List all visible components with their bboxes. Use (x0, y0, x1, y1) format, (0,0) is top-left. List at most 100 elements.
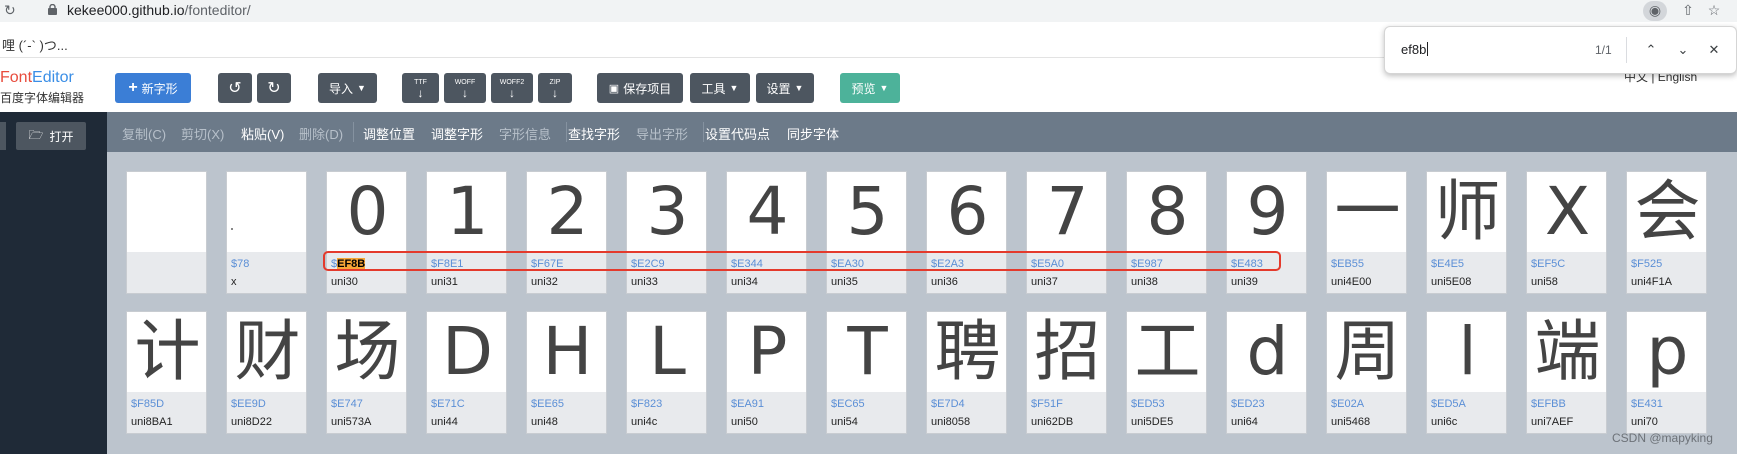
glyph-card[interactable]: 8 $E987 uni38 (1126, 171, 1207, 294)
glyph-card[interactable]: 一 $EB55 uni4E00 (1326, 171, 1407, 294)
glyph-name: uni37 (1031, 276, 1058, 288)
glyph-card[interactable] (126, 171, 207, 294)
glyph-name: uni8BA1 (131, 416, 173, 428)
lock-icon (48, 4, 57, 15)
glyph-card[interactable]: 4 $E344 uni34 (726, 171, 807, 294)
glyph-card[interactable]: 3 $E2C9 uni33 (626, 171, 707, 294)
settings-button[interactable]: 设置 ▼ (756, 73, 814, 103)
glyph-card[interactable]: 工 $ED53 uni5DE5 (1126, 311, 1207, 434)
glyph-preview: H (542, 313, 593, 390)
glyph-card[interactable]: P $EA91 uni50 (726, 311, 807, 434)
glyph-card[interactable]: 6 $E2A3 uni36 (926, 171, 1007, 294)
glyph-card[interactable]: d $ED23 uni64 (1226, 311, 1307, 434)
glyph-name: uni5E08 (1431, 276, 1472, 288)
glyph-card[interactable]: 计 $F85D uni8BA1 (126, 311, 207, 434)
glyph-card[interactable]: 5 $EA30 uni35 (826, 171, 907, 294)
glyph-preview: 9 (1246, 173, 1289, 250)
glyph-card[interactable]: T $EC65 uni54 (826, 311, 907, 434)
glyph-card[interactable]: l $ED5A uni6c (1426, 311, 1507, 434)
chevron-down-icon: ▼ (357, 83, 366, 93)
export-zip-button[interactable]: ZIP ↓ (538, 73, 572, 103)
undo-button[interactable]: ↺ (218, 73, 252, 103)
adjust-glyph-action[interactable]: 调整字形 (431, 124, 483, 143)
glyph-dot (231, 228, 233, 230)
url-field[interactable] (34, 0, 1654, 20)
save-project-button[interactable]: ▣ 保存项目 (597, 73, 683, 103)
open-button[interactable]: 🗁 打开 (16, 122, 86, 150)
glyph-preview (127, 172, 206, 252)
glyph-name: uni35 (831, 276, 858, 288)
glyph-name: uni31 (431, 276, 458, 288)
glyph-card[interactable]: 9 $E483 uni39 (1226, 171, 1307, 294)
glyph-card[interactable]: 财 $EE9D uni8D22 (226, 311, 307, 434)
glyph-codepoint: $EB55 (1331, 258, 1365, 270)
sync-font-action[interactable]: 同步字体 (787, 124, 839, 143)
preview-button[interactable]: 预览 ▼ (840, 73, 900, 103)
glyph-card[interactable]: 端 $EFBB uni7AEF (1526, 311, 1607, 434)
new-glyph-button[interactable]: + 新字形 (115, 73, 191, 103)
glyph-card[interactable]: 场 $E747 uni573A (326, 311, 407, 434)
glyph-name: uni573A (331, 416, 372, 428)
chevron-down-icon[interactable]: ⌄ (1672, 39, 1694, 61)
url-text[interactable]: kekee000.github.io/fonteditor/ (67, 2, 251, 18)
glyph-card[interactable]: D $E71C uni44 (426, 311, 507, 434)
copy-action[interactable]: 复制(C) (122, 124, 166, 143)
glyph-card[interactable]: 招 $F51F uni62DB (1026, 311, 1107, 434)
export-glyph-action[interactable]: 导出字形 (636, 124, 688, 143)
glyph-card[interactable]: 师 $E4E5 uni5E08 (1426, 171, 1507, 294)
glyph-info-panel (127, 252, 206, 293)
glyph-codepoint: $E747 (331, 398, 363, 410)
close-icon[interactable]: ✕ (1703, 39, 1725, 61)
glyph-card[interactable]: 聘 $E7D4 uni8058 (926, 311, 1007, 434)
share-icon[interactable]: ⇧ (1680, 2, 1696, 18)
glyph-preview: 会 (1634, 173, 1701, 250)
glyph-card[interactable]: $78 x (226, 171, 307, 294)
glyph-name: uni58 (1531, 276, 1558, 288)
glyph-preview: 0 (346, 173, 389, 250)
download-icon: ↓ (509, 85, 515, 100)
glyph-name: uni8058 (931, 416, 971, 428)
cut-action[interactable]: 剪切(X) (181, 124, 224, 143)
redo-button[interactable]: ↻ (257, 73, 291, 103)
find-count: 1/1 (1595, 43, 1612, 57)
glyph-card[interactable]: 1 $F8E1 uni31 (426, 171, 507, 294)
adjust-position-action[interactable]: 调整位置 (363, 124, 415, 143)
glyph-name: uni54 (831, 416, 858, 428)
glyph-codepoint: $EE65 (531, 398, 565, 410)
star-icon[interactable]: ☆ (1706, 2, 1722, 18)
paste-action[interactable]: 粘贴(V) (241, 124, 284, 143)
glyph-preview: 6 (946, 173, 989, 250)
profile-icon[interactable]: ◉ (1647, 2, 1663, 18)
set-codepoint-action[interactable]: 设置代码点 (705, 124, 770, 143)
glyph-name: uni36 (931, 276, 958, 288)
glyph-card[interactable]: 周 $E02A uni5468 (1326, 311, 1407, 434)
glyph-preview: 7 (1046, 173, 1089, 250)
export-woff-button[interactable]: WOFF ↓ (444, 73, 486, 103)
glyph-card[interactable]: 0 $EF8B uni30 (326, 171, 407, 294)
find-glyph-action[interactable]: 查找字形 (568, 124, 620, 143)
glyph-preview: l (1458, 313, 1477, 390)
bookmark-item[interactable]: 哩 (´-` )つ... (2, 35, 68, 54)
glyph-codepoint: $EC65 (831, 398, 865, 410)
tools-button[interactable]: 工具 ▼ (690, 73, 750, 103)
highlight-annotation (323, 251, 1281, 271)
glyph-card[interactable]: L $F823 uni4c (626, 311, 707, 434)
find-bar: ef8b 1/1 ⌃ ⌄ ✕ (1384, 26, 1737, 74)
glyph-name: uni4E00 (1331, 276, 1372, 288)
glyph-card[interactable]: 会 $F525 uni4F1A (1626, 171, 1707, 294)
glyph-card[interactable]: H $EE65 uni48 (526, 311, 607, 434)
export-woff2-button[interactable]: WOFF2 ↓ (491, 73, 533, 103)
glyph-card[interactable]: 2 $F67E uni32 (526, 171, 607, 294)
reload-icon[interactable]: ↻ (4, 2, 20, 18)
delete-action[interactable]: 删除(D) (299, 124, 343, 143)
glyph-card[interactable]: 7 $E5A0 uni37 (1026, 171, 1107, 294)
sidebar-tab[interactable] (0, 122, 6, 150)
chevron-down-icon: ▼ (879, 83, 889, 93)
glyph-card[interactable]: p $E431 uni70 (1626, 311, 1707, 434)
find-input[interactable]: ef8b (1401, 42, 1429, 57)
glyph-card[interactable]: X $EF5C uni58 (1526, 171, 1607, 294)
glyph-info-action[interactable]: 字形信息 (499, 124, 551, 143)
export-ttf-button[interactable]: TTF ↓ (402, 73, 439, 103)
import-button[interactable]: 导入 ▼ (318, 73, 377, 103)
chevron-up-icon[interactable]: ⌃ (1640, 39, 1662, 61)
